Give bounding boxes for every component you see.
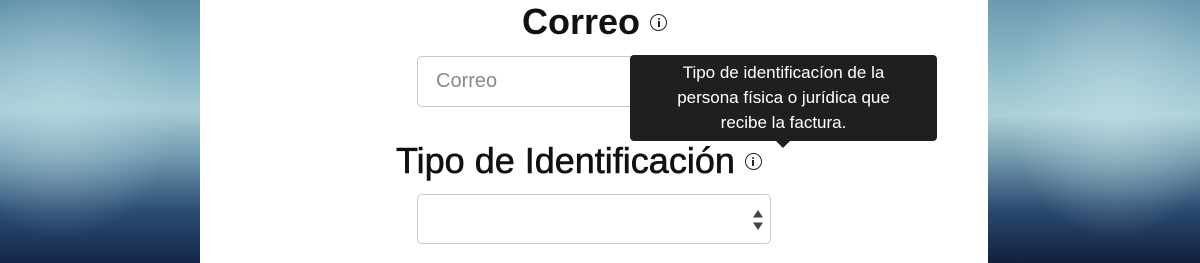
email-label-row: Correo: [522, 1, 668, 42]
background-right: [988, 0, 1200, 263]
tooltip-line: Tipo de identificacíon de la: [682, 63, 885, 82]
tooltip-line: recibe la factura.: [720, 113, 847, 132]
id-type-label-row: Tipo de Identificación: [396, 140, 762, 181]
info-circle-icon[interactable]: [650, 13, 668, 31]
id-type-select[interactable]: [417, 194, 771, 244]
email-label: Correo: [522, 1, 641, 42]
info-tooltip: Tipo de identificacíon de la persona fís…: [630, 55, 937, 141]
background-left: [0, 0, 200, 263]
select-arrows-icon: [753, 210, 763, 230]
info-circle-icon[interactable]: [744, 152, 762, 170]
id-type-label: Tipo de Identificación: [396, 140, 735, 181]
page: Correo Tipo de Identificación Tipo de id…: [0, 0, 1200, 263]
tooltip-line: persona física o jurídica que: [677, 88, 890, 107]
tooltip-arrow: [776, 141, 790, 148]
